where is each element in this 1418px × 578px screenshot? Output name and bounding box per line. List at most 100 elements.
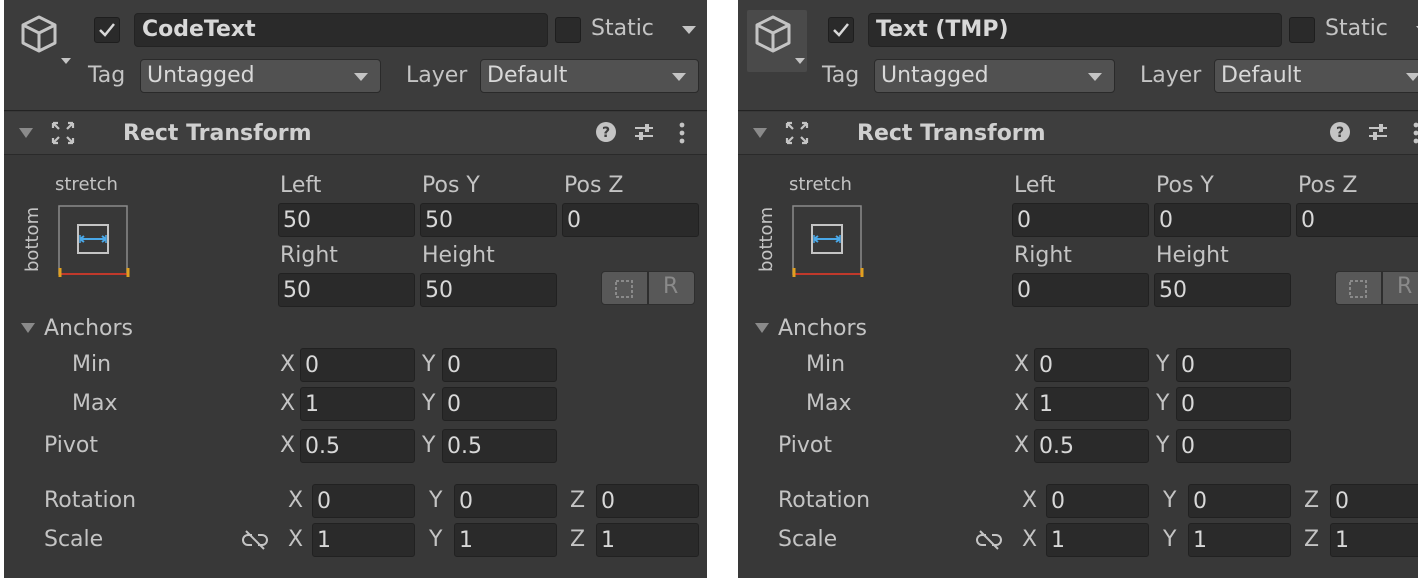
pivot-label: Pivot <box>44 433 99 458</box>
scale-link-icon[interactable] <box>976 529 1002 551</box>
anchor-max-x-input[interactable]: 1 <box>1034 387 1149 421</box>
kebab-menu-icon[interactable] <box>1411 121 1418 145</box>
x-label: X <box>280 433 296 458</box>
gameobject-cube-icon <box>21 15 57 53</box>
help-icon[interactable]: ? <box>1329 121 1351 143</box>
foldout-arrow-icon[interactable] <box>753 128 767 138</box>
pos-z-input[interactable]: 0 <box>1296 203 1418 237</box>
pos-y-label: Pos Y <box>1156 173 1214 198</box>
anchor-preset-horizontal-label: stretch <box>55 174 118 195</box>
pivot-label: Pivot <box>778 433 833 458</box>
anchors-label: Anchors <box>44 316 133 341</box>
presets-icon[interactable] <box>1367 121 1389 143</box>
rotation-y-input[interactable]: 0 <box>454 484 557 518</box>
gameobject-icon-button[interactable] <box>13 10 73 72</box>
gameobject-name-input[interactable]: Text (TMP) <box>868 13 1282 47</box>
x-label: X <box>1022 488 1038 513</box>
layer-dropdown[interactable]: Default <box>1214 59 1418 93</box>
scale-x-input[interactable]: 1 <box>1046 523 1149 557</box>
static-toggle[interactable] <box>555 17 581 43</box>
anchor-preset-horizontal-label: stretch <box>789 174 852 195</box>
checkmark-icon <box>99 23 115 37</box>
right-label: Right <box>280 243 338 268</box>
layer-dropdown[interactable]: Default <box>480 59 699 93</box>
blueprint-mode-icon <box>615 280 633 298</box>
svg-text:?: ? <box>602 125 610 141</box>
scale-x-input[interactable]: 1 <box>312 523 415 557</box>
kebab-menu-icon[interactable] <box>677 121 687 145</box>
presets-icon[interactable] <box>633 121 655 143</box>
static-label: Static <box>1325 16 1388 41</box>
chevron-down-icon <box>354 73 368 81</box>
anchor-preset-button[interactable] <box>792 205 864 281</box>
anchor-min-y-input[interactable]: 0 <box>1176 348 1291 382</box>
foldout-arrow-icon[interactable] <box>19 128 33 138</box>
left-input[interactable]: 50 <box>278 203 415 237</box>
pivot-y-input[interactable]: 0 <box>1176 429 1291 463</box>
gameobject-icon-button[interactable] <box>747 10 807 72</box>
anchor-min-label: Min <box>72 352 112 377</box>
anchor-preset-button[interactable] <box>58 205 130 281</box>
height-input[interactable]: 50 <box>420 273 557 307</box>
gameobject-name-input[interactable]: CodeText <box>134 13 548 47</box>
rotation-y-input[interactable]: 0 <box>1188 484 1291 518</box>
tag-dropdown[interactable]: Untagged <box>140 59 381 93</box>
anchor-min-x-input[interactable]: 0 <box>300 348 415 382</box>
pivot-x-input[interactable]: 0.5 <box>300 429 415 463</box>
blueprint-mode-icon <box>1349 280 1367 298</box>
anchor-max-y-input[interactable]: 0 <box>442 387 557 421</box>
pivot-x-input[interactable]: 0.5 <box>1034 429 1149 463</box>
scale-y-input[interactable]: 1 <box>454 523 557 557</box>
y-label: Y <box>422 352 436 377</box>
rotation-z-input[interactable]: 0 <box>1330 484 1418 518</box>
rotation-x-input[interactable]: 0 <box>1046 484 1149 518</box>
y-label: Y <box>429 488 443 513</box>
right-input[interactable]: 50 <box>278 273 415 307</box>
scale-z-input[interactable]: 1 <box>596 523 699 557</box>
static-toggle[interactable] <box>1289 17 1315 43</box>
raw-edit-button[interactable]: R <box>648 271 695 305</box>
pos-y-input[interactable]: 0 <box>1154 203 1291 237</box>
blueprint-mode-button[interactable] <box>601 271 648 305</box>
x-label: X <box>288 527 304 552</box>
anchor-max-x-input[interactable]: 1 <box>300 387 415 421</box>
pos-y-input[interactable]: 50 <box>420 203 557 237</box>
anchor-max-y-input[interactable]: 0 <box>1176 387 1291 421</box>
scale-link-icon[interactable] <box>242 529 268 551</box>
rotation-label: Rotation <box>44 488 137 513</box>
raw-edit-button[interactable]: R <box>1382 271 1418 305</box>
x-label: X <box>288 488 304 513</box>
rotation-label: Rotation <box>778 488 871 513</box>
layer-label: Layer <box>406 63 468 88</box>
active-toggle[interactable] <box>94 17 120 43</box>
static-label: Static <box>591 16 654 41</box>
component-header[interactable]: Rect Transform ? <box>738 112 1418 155</box>
help-icon[interactable]: ? <box>595 121 617 143</box>
component-header[interactable]: Rect Transform ? <box>4 112 707 155</box>
static-dropdown-arrow-icon[interactable] <box>682 26 696 34</box>
pos-z-input[interactable]: 0 <box>562 203 699 237</box>
anchors-foldout-arrow-icon[interactable] <box>755 323 769 333</box>
rotation-z-input[interactable]: 0 <box>596 484 699 518</box>
z-label: Z <box>570 527 586 552</box>
scale-z-input[interactable]: 1 <box>1330 523 1418 557</box>
scale-y-input[interactable]: 1 <box>1188 523 1291 557</box>
height-input[interactable]: 50 <box>1154 273 1291 307</box>
anchor-min-y-input[interactable]: 0 <box>442 348 557 382</box>
pos-z-label: Pos Z <box>564 173 624 198</box>
left-input[interactable]: 0 <box>1012 203 1149 237</box>
tag-value: Untagged <box>881 63 989 88</box>
pivot-y-input[interactable]: 0.5 <box>442 429 557 463</box>
right-input[interactable]: 0 <box>1012 273 1149 307</box>
rotation-x-input[interactable]: 0 <box>312 484 415 518</box>
chevron-down-icon <box>61 58 71 64</box>
tag-dropdown[interactable]: Untagged <box>874 59 1115 93</box>
gameobject-cube-icon <box>755 15 791 53</box>
anchor-min-x-input[interactable]: 0 <box>1034 348 1149 382</box>
anchor-min-label: Min <box>806 352 846 377</box>
active-toggle[interactable] <box>828 17 854 43</box>
anchors-foldout-arrow-icon[interactable] <box>21 323 35 333</box>
y-label: Y <box>429 527 443 552</box>
blueprint-mode-button[interactable] <box>1335 271 1382 305</box>
chevron-down-icon <box>795 58 805 64</box>
